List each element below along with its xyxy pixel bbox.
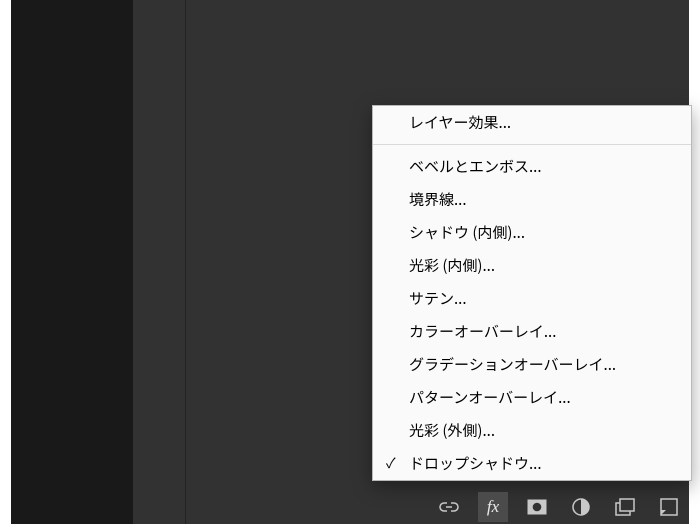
menu-item-drop-shadow[interactable]: ✓ ドロップシャドウ... <box>373 447 691 480</box>
menu-item-label: 光彩 (外側)... <box>409 420 495 441</box>
menu-item-label: サテン... <box>409 288 467 309</box>
layer-style-menu: レイヤー効果... ベベルとエンボス... 境界線... シャドウ (内側)..… <box>372 105 692 481</box>
menu-item-label: グラデーションオーバーレイ... <box>409 354 616 375</box>
mask-icon <box>527 499 547 515</box>
menu-item-color-overlay[interactable]: カラーオーバーレイ... <box>373 315 691 348</box>
menu-item-label: 光彩 (内側)... <box>409 255 495 276</box>
link-layers-button[interactable] <box>434 492 464 522</box>
menu-item-label: ドロップシャドウ... <box>409 453 542 474</box>
adjustment-layer-button[interactable] <box>566 492 596 522</box>
adjustment-icon <box>572 498 590 516</box>
link-icon <box>438 500 460 514</box>
mask-button[interactable] <box>522 492 552 522</box>
menu-item-layer-effects[interactable]: レイヤー効果... <box>373 106 691 139</box>
fx-icon: fx <box>487 497 499 517</box>
group-button[interactable] <box>610 492 640 522</box>
menu-item-inner-glow[interactable]: 光彩 (内側)... <box>373 249 691 282</box>
group-icon <box>615 498 635 516</box>
menu-item-label: シャドウ (内側)... <box>409 222 525 243</box>
menu-item-label: カラーオーバーレイ... <box>409 321 556 342</box>
menu-item-outer-glow[interactable]: 光彩 (外側)... <box>373 414 691 447</box>
check-icon: ✓ <box>386 453 396 473</box>
menu-item-satin[interactable]: サテン... <box>373 282 691 315</box>
menu-item-label: 境界線... <box>409 189 467 210</box>
menu-item-bevel-emboss[interactable]: ベベルとエンボス... <box>373 150 691 183</box>
app-stage: レイヤー効果... ベベルとエンボス... 境界線... シャドウ (内側)..… <box>11 0 689 524</box>
fx-button[interactable]: fx <box>478 492 508 522</box>
menu-item-label: パターンオーバーレイ... <box>409 387 571 408</box>
menu-item-pattern-overlay[interactable]: パターンオーバーレイ... <box>373 381 691 414</box>
new-layer-icon <box>660 498 678 516</box>
menu-item-label: レイヤー効果... <box>409 112 511 133</box>
menu-item-label: ベベルとエンボス... <box>409 156 542 177</box>
menu-item-gradient-overlay[interactable]: グラデーションオーバーレイ... <box>373 348 691 381</box>
panel-divider <box>185 0 186 524</box>
menu-separator <box>373 144 691 145</box>
new-layer-button[interactable] <box>654 492 684 522</box>
canvas-area <box>11 0 133 524</box>
menu-item-stroke[interactable]: 境界線... <box>373 183 691 216</box>
layers-bottom-toolbar: fx <box>434 492 700 522</box>
menu-item-inner-shadow[interactable]: シャドウ (内側)... <box>373 216 691 249</box>
